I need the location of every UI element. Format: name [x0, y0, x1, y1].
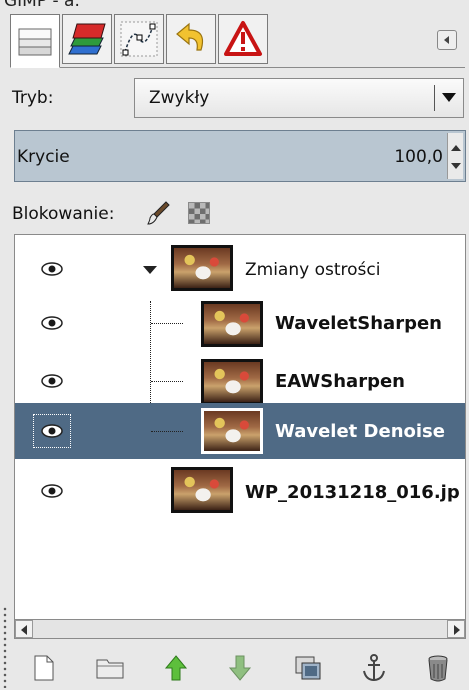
mode-value: Zwykły [149, 88, 210, 108]
layer-row[interactable]: WP_20131218_016.jp [15, 461, 465, 523]
opacity-label: Krycie [17, 147, 70, 167]
visibility-eye-icon[interactable] [41, 484, 63, 498]
opacity-scale[interactable]: Krycie 100,0 [14, 130, 466, 182]
spin-down-icon[interactable] [451, 163, 461, 169]
paths-icon [120, 21, 158, 57]
layer-row[interactable]: Zmiany ostrości [15, 239, 465, 301]
raise-layer-icon [164, 655, 188, 681]
chevron-left-icon [444, 36, 449, 44]
scroll-left-button[interactable] [15, 620, 33, 638]
lock-label: Blokowanie: [12, 204, 115, 224]
tab-paths[interactable] [114, 14, 164, 64]
layer-list[interactable]: Zmiany ostrości WaveletSharpen EAWSharpe… [14, 234, 466, 620]
dock-resize-grip[interactable] [3, 606, 7, 688]
expander-triangle-icon[interactable] [143, 266, 157, 274]
duplicate-layer-icon [295, 656, 321, 680]
opacity-value: 100,0 [394, 147, 443, 167]
chevron-down-icon [442, 93, 456, 102]
trash-icon [428, 655, 448, 682]
duplicate-layer-button[interactable] [290, 650, 326, 686]
tree-connector-line [151, 323, 183, 324]
layer-name: Wavelet Denoise [275, 421, 445, 442]
lock-alpha-icon[interactable] [188, 202, 210, 224]
scroll-right-button[interactable] [447, 620, 465, 638]
tab-menu-button[interactable] [437, 30, 457, 50]
combo-separator [434, 85, 435, 111]
channels-icon [68, 23, 106, 55]
layers-icon [18, 28, 52, 56]
raise-layer-button[interactable] [158, 650, 194, 686]
tab-warnings[interactable] [218, 14, 268, 64]
layer-row-selected[interactable]: Wavelet Denoise [15, 403, 465, 459]
mode-label: Tryb: [12, 88, 54, 108]
spin-up-icon[interactable] [451, 145, 461, 151]
opacity-spinner[interactable] [447, 133, 463, 179]
anchor-layer-button[interactable] [356, 650, 392, 686]
layer-row[interactable]: WaveletSharpen [15, 293, 465, 355]
visibility-eye-icon[interactable] [41, 262, 63, 276]
lower-layer-button[interactable] [222, 650, 258, 686]
arrow-left-icon [21, 625, 27, 635]
tab-layers[interactable] [10, 14, 60, 68]
horizontal-scrollbar[interactable] [14, 619, 466, 639]
arrow-right-icon [454, 625, 460, 635]
new-layer-button[interactable] [26, 650, 62, 686]
layers-dock-panel: Tryb: Zwykły Krycie 100,0 Blokowanie: Zm… [6, 8, 469, 688]
warning-icon [224, 21, 262, 56]
new-layer-icon [34, 655, 54, 681]
delete-layer-button[interactable] [420, 650, 456, 686]
tab-undo-history[interactable] [166, 14, 216, 64]
layer-name: WaveletSharpen [275, 313, 442, 334]
anchor-icon [363, 654, 385, 682]
layer-thumbnail [171, 245, 233, 291]
undo-history-icon [176, 22, 204, 51]
visibility-eye-icon[interactable] [41, 424, 63, 438]
tab-channels[interactable] [62, 14, 112, 64]
layer-thumbnail [201, 301, 263, 347]
new-layer-group-icon [96, 659, 124, 679]
new-layer-group-button[interactable] [92, 650, 128, 686]
lock-pixels-brush-icon[interactable] [146, 200, 170, 226]
tree-connector-line [151, 431, 183, 432]
visibility-eye-icon[interactable] [41, 374, 63, 388]
visibility-eye-icon[interactable] [41, 316, 63, 330]
mode-combo[interactable]: Zwykły [134, 78, 464, 118]
dock-tabs [10, 14, 465, 70]
layer-thumbnail [201, 408, 263, 454]
layer-name: WP_20131218_016.jp [245, 482, 460, 503]
layer-toolbar [26, 650, 466, 690]
tree-connector-line [151, 381, 183, 382]
lower-layer-icon [228, 655, 252, 681]
layer-thumbnail [201, 359, 263, 405]
tab-bar-divider [10, 67, 465, 68]
layer-name: EAWSharpen [275, 371, 405, 392]
layer-name: Zmiany ostrości [245, 260, 381, 280]
layer-thumbnail [171, 467, 233, 513]
